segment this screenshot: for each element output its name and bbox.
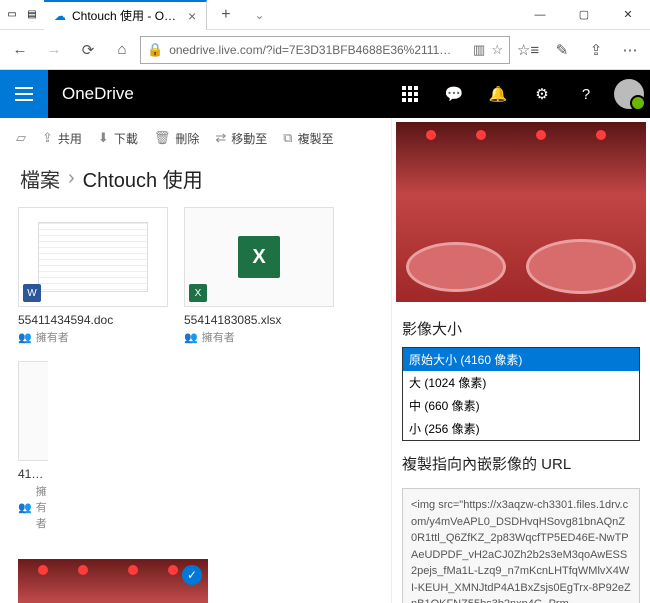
file-tile[interactable]: W 55411434594.doc 👥 擁有者 — [18, 207, 168, 345]
breadcrumb-current: Chtouch 使用 — [83, 164, 203, 193]
file-owner: 擁有者 — [36, 329, 69, 345]
copyto-label: 複製至 — [298, 130, 334, 147]
moveto-label: 移動至 — [231, 130, 267, 147]
breadcrumb-root[interactable]: 檔案 — [20, 164, 60, 193]
size-option[interactable]: 中 (660 像素) — [403, 394, 639, 417]
favorites-hub-icon[interactable]: ☆≡ — [512, 34, 544, 66]
size-option[interactable]: 原始大小 (4160 像素) — [403, 348, 639, 371]
notification-icon[interactable]: 🔔 — [476, 70, 520, 118]
size-option[interactable]: 大 (1024 像素) — [403, 371, 639, 394]
lock-icon: 🔒 — [147, 42, 163, 58]
onedrive-favicon-icon: ☁ — [54, 9, 66, 23]
image-size-header: 影像大小 — [392, 306, 650, 347]
close-window-button[interactable]: ✕ — [606, 0, 650, 30]
taskview-icon[interactable]: ▭ — [4, 7, 20, 23]
breadcrumb: 檔案 › Chtouch 使用 — [0, 158, 391, 207]
download-button[interactable]: ⬇ 下載 — [98, 130, 138, 147]
preview-image — [396, 122, 646, 302]
open-button[interactable]: ▱ — [16, 130, 26, 146]
onedrive-header: OneDrive 💬 🔔 ⚙ ? — [0, 70, 650, 118]
open-icon: ▱ — [16, 130, 26, 146]
brand-label: OneDrive — [48, 84, 134, 104]
excel-icon: X — [238, 236, 280, 278]
people-icon: 👥 — [18, 501, 32, 514]
url-input[interactable]: 🔒 onedrive.live.com/?id=7E3D31BFB4688E36… — [140, 36, 510, 64]
file-name: 4102118 — [18, 467, 48, 481]
file-tile[interactable]: X X 55414183085.xlsx 👥 擁有者 — [184, 207, 334, 345]
window-titlebar: ▭ ▤ ☁ Chtouch 使用 - OneDriv × + ⌄ — ▢ ✕ — [0, 0, 650, 30]
share-label: 共用 — [58, 130, 82, 147]
word-badge-icon: W — [23, 284, 41, 302]
refresh-button[interactable]: ⟳ — [72, 34, 104, 66]
copyto-button[interactable]: ⧉ 複製至 — [283, 130, 333, 147]
share-cmd-icon: ⇪ — [42, 130, 53, 146]
browser-tab[interactable]: ☁ Chtouch 使用 - OneDriv × — [44, 0, 207, 30]
embed-code-box[interactable]: <img src="https://x3aqzw-ch3301.files.1d… — [402, 488, 640, 603]
help-icon[interactable]: ? — [564, 70, 608, 118]
avatar[interactable] — [614, 79, 644, 109]
back-button[interactable]: ← — [4, 34, 36, 66]
people-icon: 👥 — [18, 331, 32, 344]
favorite-icon[interactable]: ☆ — [491, 42, 503, 58]
selected-check-icon[interactable]: ✓ — [182, 565, 202, 585]
download-label: 下載 — [114, 130, 138, 147]
tab-chevron-icon[interactable]: ⌄ — [245, 8, 275, 22]
file-tile[interactable]: X 4102118 👥擁有者 — [18, 361, 48, 531]
trash-icon: 🗑 — [154, 130, 171, 146]
embed-url-header: 複製指向內嵌影像的 URL — [392, 441, 650, 482]
file-name: 55411434594.doc — [18, 313, 168, 327]
photo-tile-selected[interactable]: ✓ — [18, 559, 208, 603]
share-button[interactable]: ⇪ 共用 — [42, 130, 82, 147]
tab-title: Chtouch 使用 - OneDriv — [72, 7, 182, 24]
main-pane: ▱ ⇪共用 ⬇下載 🗑刪除 ⇄移動至 ⧉複製至 檔案 › Chtouch 使用 … — [0, 118, 392, 603]
file-owner: 擁有者 — [36, 483, 48, 531]
new-tab-button[interactable]: + — [211, 6, 240, 24]
reading-view-icon[interactable]: ▥ — [473, 42, 485, 58]
close-tab-icon[interactable]: × — [188, 8, 196, 24]
details-panel: 影像大小 原始大小 (4160 像素) 大 (1024 像素) 中 (660 像… — [392, 118, 650, 603]
minimize-button[interactable]: — — [518, 0, 562, 30]
app-launcher-icon[interactable] — [0, 70, 48, 118]
moveto-button[interactable]: ⇄ 移動至 — [215, 130, 267, 147]
delete-label: 刪除 — [175, 130, 199, 147]
chevron-right-icon: › — [68, 167, 75, 190]
copy-icon: ⧉ — [283, 130, 292, 146]
people-icon: 👥 — [184, 331, 198, 344]
settings-icon[interactable]: ⚙ — [520, 70, 564, 118]
taskview2-icon[interactable]: ▤ — [24, 7, 40, 23]
command-bar: ▱ ⇪ 共用 ⬇ 下載 🗑刪除 ⇄ 移動至 ⧉ 複製至 — [0, 118, 391, 158]
maximize-button[interactable]: ▢ — [562, 0, 606, 30]
size-option[interactable]: 小 (256 像素) — [403, 417, 639, 440]
more-icon[interactable]: ⋯ — [614, 34, 646, 66]
file-name: 55414183085.xlsx — [184, 313, 334, 327]
download-icon: ⬇ — [98, 130, 109, 146]
size-select[interactable]: 原始大小 (4160 像素) 大 (1024 像素) 中 (660 像素) 小 … — [402, 347, 640, 441]
excel-badge-icon: X — [189, 284, 207, 302]
forward-button[interactable]: → — [38, 34, 70, 66]
address-bar: ← → ⟳ ⌂ 🔒 onedrive.live.com/?id=7E3D31BF… — [0, 30, 650, 70]
file-owner: 擁有者 — [202, 329, 235, 345]
delete-button[interactable]: 🗑刪除 — [154, 130, 200, 147]
notes-icon[interactable]: ✎ — [546, 34, 578, 66]
move-icon: ⇄ — [215, 130, 226, 146]
chat-icon[interactable]: 💬 — [432, 70, 476, 118]
url-text: onedrive.live.com/?id=7E3D31BFB4688E36%2… — [169, 43, 467, 57]
share-icon[interactable]: ⇪ — [580, 34, 612, 66]
home-button[interactable]: ⌂ — [106, 34, 138, 66]
apps-grid-icon[interactable] — [388, 70, 432, 118]
